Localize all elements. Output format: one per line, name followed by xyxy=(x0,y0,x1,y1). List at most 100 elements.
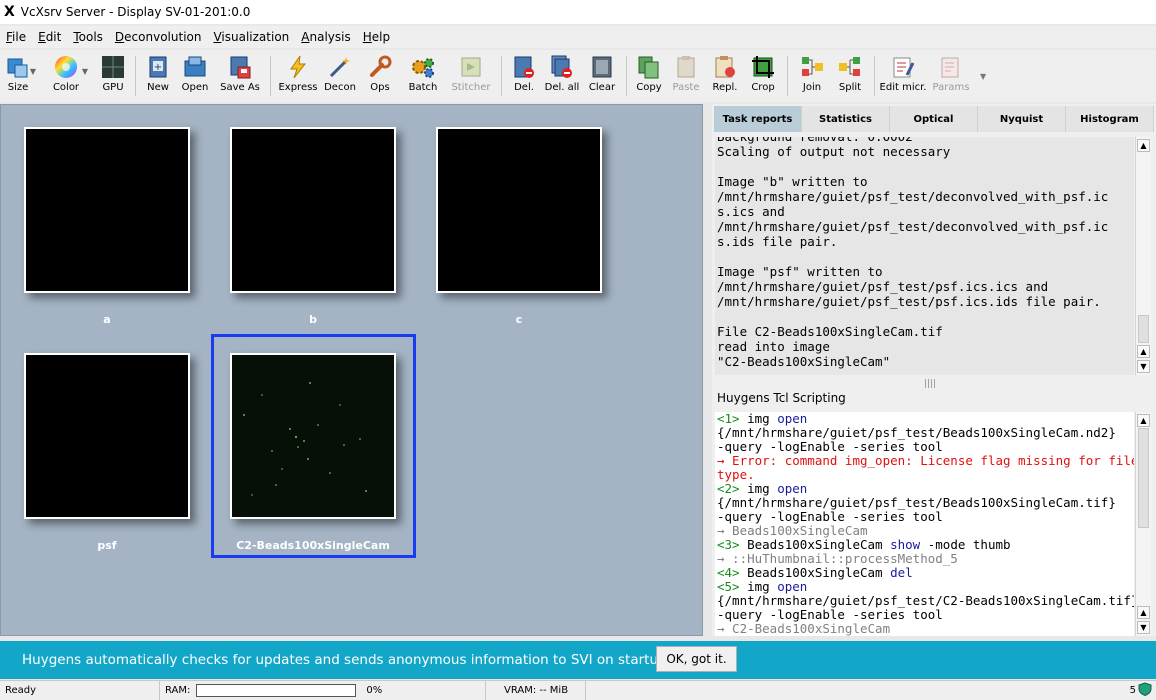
replace-button[interactable]: Repl. xyxy=(706,50,744,100)
thumbnail-image[interactable] xyxy=(24,353,190,519)
report-scrollbar[interactable]: ▲ ▲ ▼ xyxy=(1135,137,1151,375)
decon-button[interactable]: Decon xyxy=(320,50,360,100)
tab-task-reports[interactable]: Task reports xyxy=(714,106,802,132)
thumbnail-label: a xyxy=(103,313,111,326)
thumbnail-label: c xyxy=(515,313,523,326)
thumbnail-image[interactable] xyxy=(436,127,602,293)
pane-splitter-handle[interactable]: |||| xyxy=(924,379,936,389)
delete-image-icon xyxy=(512,54,536,80)
save-as-button[interactable]: Save As xyxy=(215,50,265,100)
menu-file[interactable]: File xyxy=(0,30,32,44)
tab-optical[interactable]: Optical xyxy=(890,106,978,132)
clear-button[interactable]: Clear xyxy=(583,50,621,100)
menu-analysis[interactable]: Analysis xyxy=(295,30,356,44)
console-line: {/mnt/hrmshare/guiet/psf_test/Beads100xS… xyxy=(717,496,1134,510)
stitcher-button[interactable]: Stitcher xyxy=(446,50,496,100)
thumbnail-label: psf xyxy=(97,539,117,552)
console-line: <5> img open xyxy=(717,580,1134,594)
menu-help[interactable]: Help xyxy=(357,30,396,44)
batch-button[interactable]: Batch xyxy=(400,50,446,100)
window-title: VcXsrv Server - Display SV-01-201:0.0 xyxy=(20,5,251,19)
console-token: <3> xyxy=(717,537,748,552)
console-token: -mode thumb xyxy=(920,537,1011,552)
separator xyxy=(626,56,627,96)
express-button[interactable]: Express xyxy=(276,50,320,100)
thumbnail-c2-beads[interactable]: C2-Beads100xSingleCam xyxy=(230,353,396,552)
console-line: <3> Beads100xSingleCam show -mode thumb xyxy=(717,538,1134,552)
params-button[interactable]: Params xyxy=(926,50,976,100)
ops-button[interactable]: Ops xyxy=(360,50,400,100)
open-folder-icon xyxy=(183,54,207,80)
console-token: → C2-Beads100xSingleCam xyxy=(717,621,891,636)
scroll-down-arrow-icon[interactable]: ▼ xyxy=(1137,360,1150,373)
thumbnail-image[interactable] xyxy=(230,127,396,293)
menu-deconvolution[interactable]: Deconvolution xyxy=(109,30,208,44)
console-token: → Error: command img_open: License flag … xyxy=(717,453,1134,468)
menu-edit[interactable]: Edit xyxy=(32,30,67,44)
join-button[interactable]: Join xyxy=(793,50,831,100)
crop-button[interactable]: Crop xyxy=(744,50,782,100)
report-line xyxy=(717,159,1134,174)
thumbnail-image[interactable] xyxy=(230,353,396,519)
delete-button[interactable]: Del. xyxy=(507,50,541,100)
thumbnail-b[interactable]: b xyxy=(230,127,396,326)
delete-all-button[interactable]: Del. all xyxy=(541,50,583,100)
replace-icon xyxy=(713,54,737,80)
tab-histogram[interactable]: Histogram xyxy=(1066,106,1154,132)
tcl-console[interactable]: <1> img open {/mnt/hrmshare/guiet/psf_tes… xyxy=(715,412,1134,636)
ok-got-it-button[interactable]: OK, got it. xyxy=(656,646,737,672)
color-button[interactable]: Color ▼ xyxy=(46,50,88,100)
menu-visualization[interactable]: Visualization xyxy=(207,30,295,44)
report-line: Background removal: 0.0002 xyxy=(717,137,1134,144)
console-lines: <1> img open {/mnt/hrmshare/guiet/psf_tes… xyxy=(717,412,1134,636)
report-lines: Background removal: 0.0002Scaling of out… xyxy=(717,137,1134,369)
console-token: → ::HuThumbnail::processMethod_5 xyxy=(717,551,958,566)
thumbnail-psf[interactable]: psf xyxy=(24,353,190,552)
console-token: -query -logEnable -series tool xyxy=(717,607,943,622)
toolbar-overflow-chevron-icon[interactable]: ▼ xyxy=(980,72,986,81)
size-button[interactable]: Size ▼ xyxy=(2,50,36,100)
scrollbar-thumb[interactable] xyxy=(1138,428,1149,528)
console-token: {/mnt/hrmshare/guiet/psf_test/Beads100xS… xyxy=(717,425,1116,440)
thumbnail-image[interactable] xyxy=(24,127,190,293)
console-token: show xyxy=(890,537,921,552)
thumbnail-a[interactable]: a xyxy=(24,127,190,326)
edit-microscope-button[interactable]: Edit micr. xyxy=(880,50,926,100)
tab-statistics[interactable]: Statistics xyxy=(802,106,890,132)
new-button[interactable]: + New xyxy=(141,50,175,100)
report-line: read into image xyxy=(717,339,830,354)
split-button[interactable]: Split xyxy=(831,50,869,100)
thumbnail-c[interactable]: c xyxy=(436,127,602,326)
tab-nyquist[interactable]: Nyquist xyxy=(978,106,1066,132)
stitcher-icon xyxy=(459,54,483,80)
copy-button[interactable]: Copy xyxy=(632,50,666,100)
x-logo-icon: X xyxy=(4,4,15,20)
status-right-digit: 5 xyxy=(1129,685,1136,696)
gpu-button[interactable]: GPU xyxy=(96,50,130,100)
separator xyxy=(135,56,136,96)
scroll-up-arrow-icon[interactable]: ▲ xyxy=(1137,606,1150,619)
menu-tools[interactable]: Tools xyxy=(67,30,109,44)
scroll-up-arrow-icon[interactable]: ▲ xyxy=(1137,345,1150,358)
clear-icon xyxy=(590,54,614,80)
console-scrollbar[interactable]: ▲ ▲ ▼ xyxy=(1135,412,1151,636)
paste-button[interactable]: Paste xyxy=(666,50,706,100)
chevron-down-icon[interactable]: ▼ xyxy=(30,67,36,76)
chevron-down-icon[interactable]: ▼ xyxy=(82,67,88,76)
save-as-icon xyxy=(228,54,252,80)
console-token: img xyxy=(747,579,778,594)
tab-bar: Task reports Statistics Optical Nyquist … xyxy=(714,106,1154,132)
console-line: {/mnt/hrmshare/guiet/psf_test/Beads100xS… xyxy=(717,426,1134,440)
scrollbar-thumb[interactable] xyxy=(1138,315,1149,343)
open-button[interactable]: Open xyxy=(175,50,215,100)
tray-shield-icon xyxy=(1138,682,1152,699)
report-line xyxy=(717,309,1134,324)
task-report-text: Background removal: 0.0002Scaling of out… xyxy=(715,137,1134,375)
size-icon xyxy=(6,54,30,80)
title-bar: X VcXsrv Server - Display SV-01-201:0.0 xyxy=(0,0,1156,24)
scroll-up-arrow-icon[interactable]: ▲ xyxy=(1137,414,1150,427)
scroll-up-arrow-icon[interactable]: ▲ xyxy=(1137,139,1150,152)
scroll-down-arrow-icon[interactable]: ▼ xyxy=(1137,621,1150,634)
params-icon xyxy=(939,54,963,80)
ram-indicator: RAM: 0% xyxy=(160,680,486,700)
